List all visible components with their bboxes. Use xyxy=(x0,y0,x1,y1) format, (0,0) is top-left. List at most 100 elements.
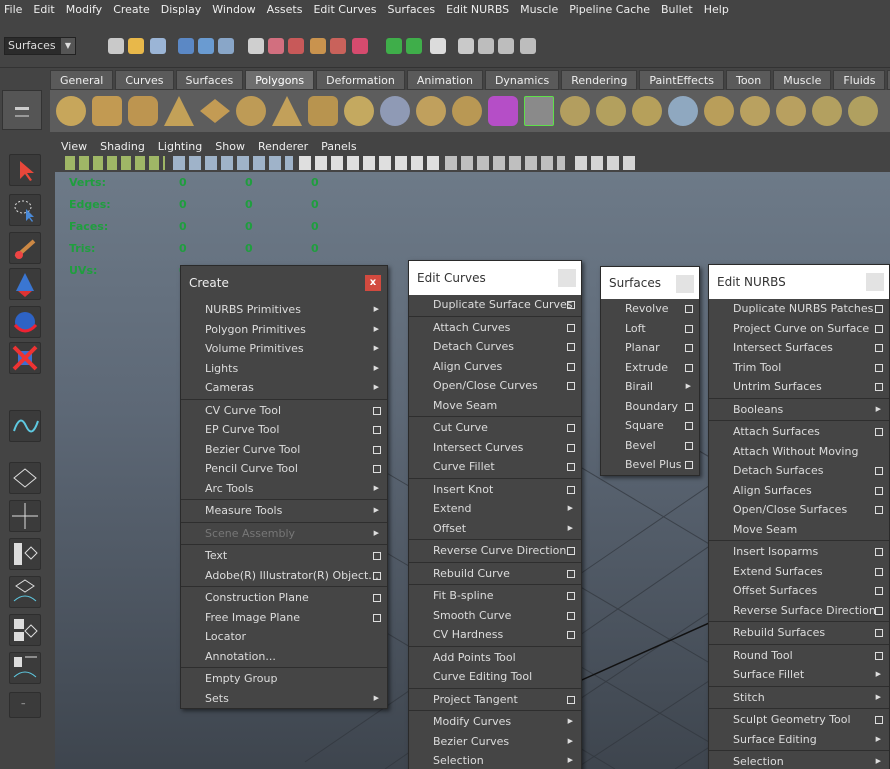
shelf-tab-dynamics[interactable]: Dynamics xyxy=(484,70,560,90)
option-box-icon[interactable] xyxy=(875,428,883,436)
menu-item-project-tangent[interactable]: Project Tangent xyxy=(409,690,581,710)
option-box-icon[interactable] xyxy=(567,547,575,555)
smooth-icon[interactable] xyxy=(488,96,518,126)
option-box-icon[interactable] xyxy=(373,552,381,560)
option-box-icon[interactable] xyxy=(567,443,575,452)
curve-tool-button[interactable] xyxy=(9,410,41,442)
option-box-icon[interactable] xyxy=(373,594,381,602)
layout-four-button[interactable] xyxy=(9,500,41,532)
option-box-icon[interactable] xyxy=(875,587,883,595)
menu-item-annotation[interactable]: Annotation... xyxy=(181,647,387,667)
shelf-tab-toon[interactable]: Toon xyxy=(725,70,772,90)
shelf-tab-rendering[interactable]: Rendering xyxy=(561,70,638,90)
extrude-icon[interactable] xyxy=(560,96,590,126)
option-box-icon[interactable] xyxy=(685,402,693,411)
poly-cone-icon[interactable] xyxy=(164,96,194,126)
shelf-tab-deformation[interactable]: Deformation xyxy=(316,70,405,90)
layout-hypershade-button[interactable] xyxy=(9,614,41,646)
paint-select-tool-button[interactable] xyxy=(9,232,41,264)
menu-item-move-seam[interactable]: Move Seam xyxy=(409,396,581,416)
layout-single-button[interactable] xyxy=(9,462,41,494)
option-box-icon[interactable] xyxy=(567,611,575,620)
menu-item-cv-curve-tool[interactable]: CV Curve Tool xyxy=(181,401,387,421)
menu-item-trim-tool[interactable]: Trim Tool xyxy=(709,358,889,378)
menu-item-boundary[interactable]: Boundary xyxy=(601,397,699,417)
camera-tools-icon-group[interactable] xyxy=(65,156,165,170)
option-box-icon[interactable] xyxy=(567,631,575,639)
bevel-icon[interactable] xyxy=(776,96,806,126)
menubar-item-display[interactable]: Display xyxy=(161,3,202,16)
option-box-icon[interactable] xyxy=(875,567,883,576)
menu-item-insert-knot[interactable]: Insert Knot xyxy=(409,480,581,500)
menu-item-attach-curves[interactable]: Attach Curves xyxy=(409,318,581,338)
shelf-tab-polygons[interactable]: Polygons xyxy=(245,70,315,90)
menu-item-duplicate-nurbs-patches[interactable]: Duplicate NURBS Patches xyxy=(709,299,889,319)
option-box-icon[interactable] xyxy=(685,441,693,450)
menu-item-surface-editing[interactable]: Surface Editing ▶ xyxy=(709,730,889,750)
menu-item-locator[interactable]: Locator xyxy=(181,627,387,647)
option-box-icon[interactable] xyxy=(567,485,575,494)
insert-edge-loop-icon[interactable] xyxy=(704,96,734,126)
menu-item-bevel-plus[interactable]: Bevel Plus xyxy=(601,455,699,475)
mirror-geometry-icon[interactable] xyxy=(524,96,554,126)
history-icon[interactable] xyxy=(386,38,402,54)
option-box-icon[interactable] xyxy=(567,592,575,600)
option-box-icon[interactable] xyxy=(567,569,575,578)
menu-item-insert-isoparms[interactable]: Insert Isoparms xyxy=(709,542,889,562)
menu-item-rebuild-surfaces[interactable]: Rebuild Surfaces xyxy=(709,623,889,643)
shelf-options-button[interactable] xyxy=(2,90,42,130)
menu-item-detach-surfaces[interactable]: Detach Surfaces xyxy=(709,461,889,481)
construction-history-icon[interactable] xyxy=(430,38,446,54)
select-object-icon[interactable] xyxy=(198,38,214,54)
append-polygon-icon[interactable] xyxy=(632,96,662,126)
option-box-icon[interactable] xyxy=(373,465,381,473)
menu-item-open-close-curves[interactable]: Open/Close Curves xyxy=(409,376,581,396)
separate-icon[interactable] xyxy=(416,96,446,126)
shelf-tab-fluids[interactable]: Fluids xyxy=(833,70,886,90)
poly-sphere-icon[interactable] xyxy=(56,96,86,126)
option-box-icon[interactable] xyxy=(875,651,883,660)
option-box-icon[interactable] xyxy=(567,382,575,390)
option-box-icon[interactable] xyxy=(685,305,693,313)
menu-item-bezier-curves[interactable]: Bezier Curves ▶ xyxy=(409,732,581,752)
menu-item-round-tool[interactable]: Round Tool xyxy=(709,646,889,666)
option-box-icon[interactable] xyxy=(567,301,575,309)
menu-item-empty-group[interactable]: Empty Group xyxy=(181,669,387,689)
split-polygon-icon[interactable] xyxy=(668,96,698,126)
option-box-icon[interactable] xyxy=(567,343,575,351)
rotate-tool-button[interactable] xyxy=(9,306,41,338)
menu-item-construction-plane[interactable]: Construction Plane xyxy=(181,588,387,608)
option-box-icon[interactable] xyxy=(875,486,883,495)
menu-item-arc-tools[interactable]: Arc Tools ▶ xyxy=(181,479,387,499)
close-icon[interactable] xyxy=(676,275,694,293)
menu-item-polygon-primitives[interactable]: Polygon Primitives ▶ xyxy=(181,320,387,340)
save-scene-icon[interactable] xyxy=(150,38,166,54)
option-box-icon[interactable] xyxy=(567,463,575,471)
extract-icon[interactable] xyxy=(452,96,482,126)
shading-modes-icon-group[interactable] xyxy=(299,156,439,170)
option-box-icon[interactable] xyxy=(685,363,693,372)
menubar-item-edit-nurbs[interactable]: Edit NURBS xyxy=(446,3,509,16)
option-box-icon[interactable] xyxy=(875,383,883,391)
menubar-item-surfaces[interactable]: Surfaces xyxy=(387,3,435,16)
option-box-icon[interactable] xyxy=(567,362,575,371)
snap-grid-icon[interactable] xyxy=(248,38,264,54)
poly-cylinder-icon[interactable] xyxy=(128,96,158,126)
menubar-item-help[interactable]: Help xyxy=(704,3,729,16)
option-box-icon[interactable] xyxy=(567,695,575,704)
menu-item-detach-curves[interactable]: Detach Curves xyxy=(409,337,581,357)
option-box-icon[interactable] xyxy=(373,571,381,580)
select-component-icon[interactable] xyxy=(218,38,234,54)
shelf-tab-animation[interactable]: Animation xyxy=(406,70,483,90)
input-output-icon[interactable] xyxy=(406,38,422,54)
menu-item-bevel[interactable]: Bevel xyxy=(601,436,699,456)
menu-item-stitch[interactable]: Stitch ▶ xyxy=(709,688,889,708)
render-icon[interactable] xyxy=(478,38,494,54)
magnet-icon[interactable] xyxy=(352,38,368,54)
scale-tool-button[interactable] xyxy=(9,342,41,374)
option-box-icon[interactable] xyxy=(567,323,575,332)
menubar-item-edit-curves[interactable]: Edit Curves xyxy=(313,3,376,16)
new-scene-icon[interactable] xyxy=(108,38,124,54)
option-box-icon[interactable] xyxy=(373,613,381,622)
menu-item-fit-b-spline[interactable]: Fit B-spline xyxy=(409,586,581,606)
